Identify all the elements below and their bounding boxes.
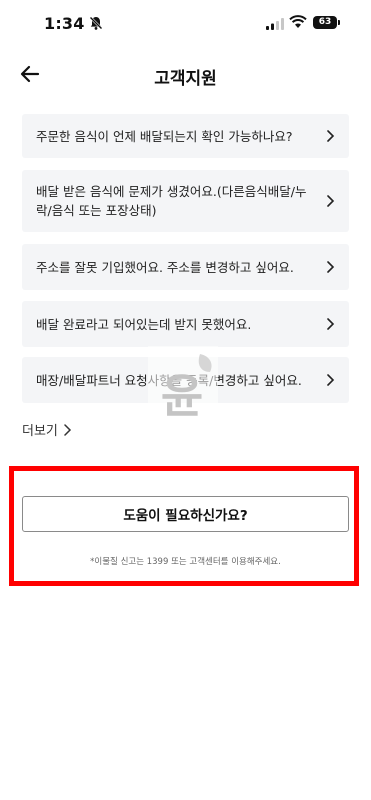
battery-cap	[338, 20, 340, 25]
wifi-icon	[289, 15, 307, 28]
more-label: 더보기	[22, 424, 58, 439]
page-title: 고객지원	[154, 69, 217, 89]
faq-item-not-received[interactable]: 배달 완료라고 되어있는데 받지 못했어요.	[22, 301, 349, 347]
faq-item-order-status[interactable]: 주문한 음식이 언제 배달되는지 확인 가능하나요?	[22, 114, 349, 158]
faq-item-label: 배달 완료라고 되어있는데 받지 못했어요.	[36, 316, 252, 332]
faq-item-food-problem[interactable]: 배달 받은 음식에 문제가 생겼어요.(다른음식배달/누락/음식 또는 포장상태…	[22, 170, 349, 232]
status-bar: 1:34 63	[0, 0, 371, 46]
foreign-object-notice: *이물질 신고는 1399 또는 고객센터를 이용해주세요.	[90, 557, 281, 567]
chevron-right-icon	[64, 423, 71, 436]
watermark-logo: 윤	[148, 346, 218, 438]
chevron-right-icon	[327, 195, 335, 207]
chevron-right-icon	[327, 130, 335, 142]
chevron-right-icon	[327, 318, 335, 330]
need-help-button[interactable]: 도움이 필요하신가요?	[22, 496, 349, 532]
faq-item-change-address[interactable]: 주소를 잘못 기입했어요. 주소를 변경하고 싶어요.	[22, 244, 349, 290]
faq-item-label: 배달 받은 음식에 문제가 생겼어요.(다른음식배달/누락/음식 또는 포장상태…	[36, 184, 307, 218]
more-link[interactable]: 더보기	[22, 420, 72, 439]
faq-item-label: 주문한 음식이 언제 배달되는지 확인 가능하나요?	[36, 128, 293, 144]
status-time: 1:34	[44, 14, 85, 33]
bell-muted-icon	[89, 16, 103, 30]
faq-item-label: 주소를 잘못 기입했어요. 주소를 변경하고 싶어요.	[36, 259, 294, 275]
watermark-text: 윤	[161, 369, 203, 423]
signal-icon	[266, 18, 284, 30]
battery-icon: 63	[313, 16, 337, 29]
chevron-right-icon	[327, 261, 335, 273]
chevron-right-icon	[327, 374, 335, 386]
